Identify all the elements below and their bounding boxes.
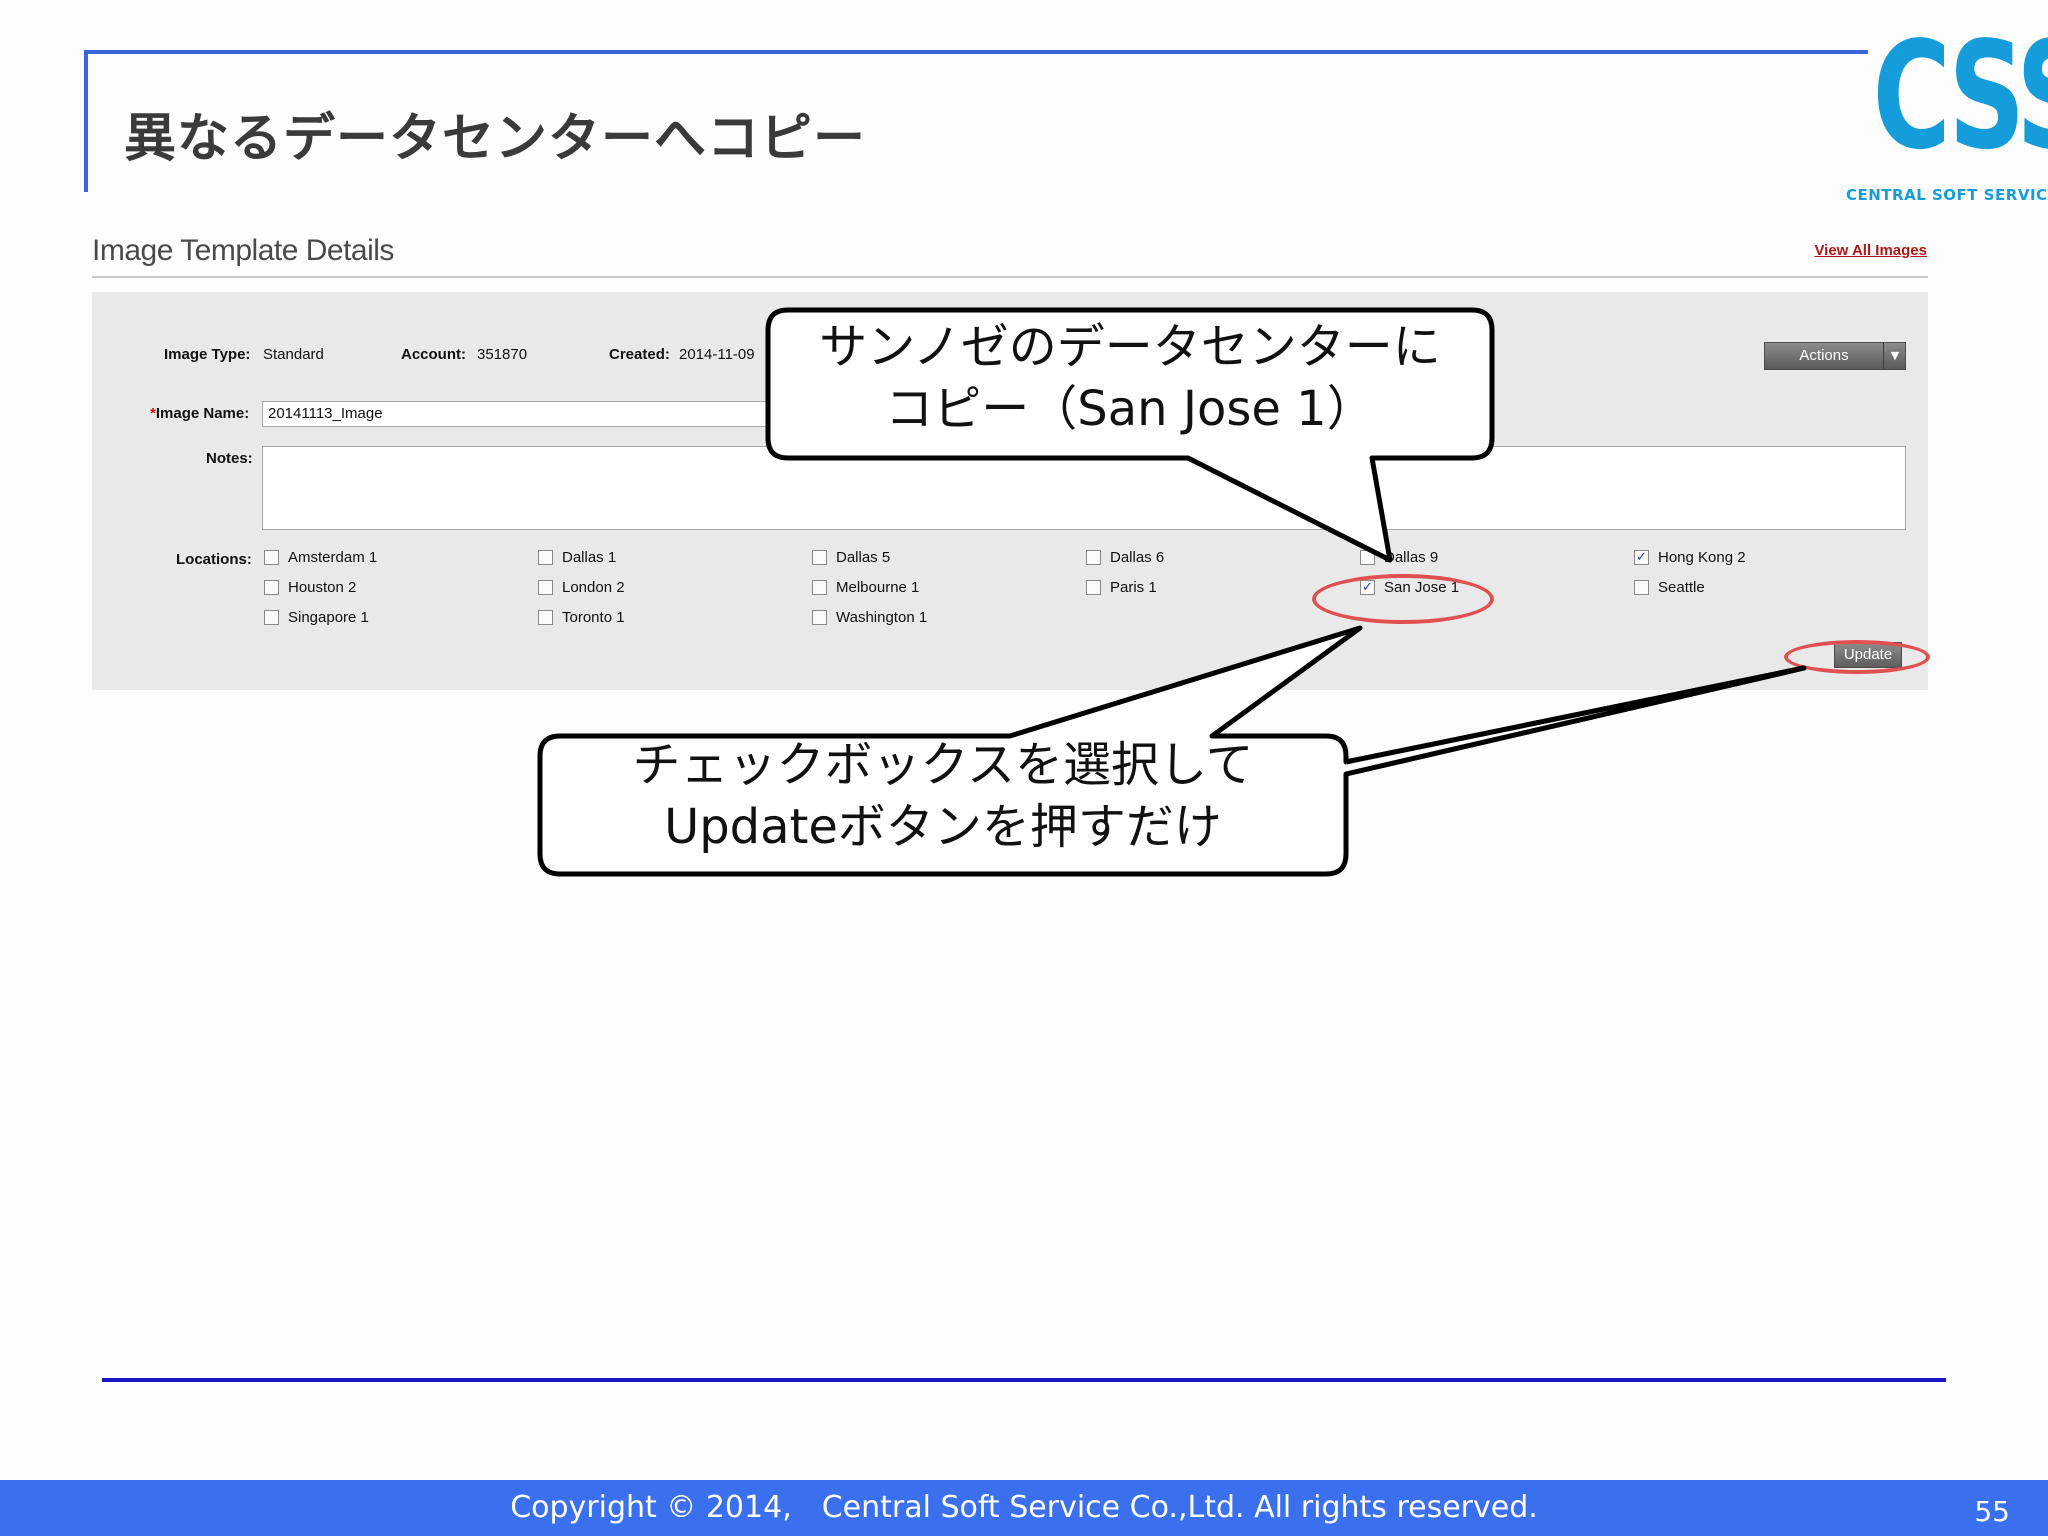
location-label: Amsterdam 1 [288,549,378,566]
image-name-input[interactable]: 20141113_Image [262,401,852,427]
checkbox[interactable] [1086,580,1101,595]
location-label: Melbourne 1 [836,579,920,596]
checkbox-checked[interactable]: ✓ [1634,550,1649,565]
checkbox[interactable] [264,610,279,625]
location-label: Singapore 1 [288,609,369,626]
san-jose-highlight-ring [1312,574,1494,624]
checkbox[interactable] [812,610,827,625]
image-name-label-text: Image Name: [155,405,250,422]
bottom-callout-line1: チェックボックスを選択して [632,737,1254,793]
account-label: Account: [401,346,466,363]
copyright-text: Copyright © 2014, Central Soft Service C… [510,1490,1538,1525]
location-label: Toronto 1 [562,609,625,626]
details-title: Image Template Details [92,234,394,267]
location-label: Washington 1 [836,609,928,626]
footer-divider [102,1378,1946,1382]
view-all-images-link[interactable]: View All Images [1814,242,1927,259]
top-callout-line1: サンノゼのデータセンターに [819,319,1441,375]
location-label: Dallas 6 [1110,549,1165,566]
logo-subtitle: CENTRAL SOFT SERVICE [1846,186,2048,204]
location-label: Paris 1 [1110,579,1157,596]
location-label: Seattle [1658,579,1705,596]
image-type-value: Standard [263,346,324,363]
checkbox[interactable] [1634,580,1649,595]
notes-textarea[interactable] [262,446,1906,530]
bottom-callout-text: チェックボックスを選択して Updateボタンを押すだけ [540,734,1346,858]
locations-label: Locations: [176,551,252,568]
checkbox[interactable] [264,550,279,565]
location-label: Dallas 9 [1384,549,1439,566]
checkbox[interactable] [812,550,827,565]
checkbox[interactable] [812,580,827,595]
image-type-label: Image Type: [164,346,251,363]
location-label: Houston 2 [288,579,357,596]
page-number: 55 [1974,1495,2010,1528]
checkbox[interactable] [538,550,553,565]
details-divider [92,276,1928,278]
created-value: 2014-11-09 [679,346,755,363]
checkbox[interactable] [538,610,553,625]
bottom-callout-line2: Updateボタンを押すだけ [664,799,1222,855]
actions-label: Actions [1799,347,1849,364]
created-label: Created: [609,346,670,363]
footer-bar: Copyright © 2014, Central Soft Service C… [0,1480,2048,1536]
location-label: Dallas 5 [836,549,891,566]
image-name-label: *Image Name: [150,405,249,422]
actions-dropdown[interactable]: Actions ▼ [1764,342,1906,370]
update-highlight-ring [1784,640,1930,674]
location-label: Dallas 1 [562,549,617,566]
checkbox[interactable] [1086,550,1101,565]
account-value: 351870 [477,346,528,363]
top-callout-line2: コピー（San Jose 1） [885,381,1375,437]
notes-label: Notes: [206,450,253,467]
checkbox[interactable] [264,580,279,595]
top-callout-text: サンノゼのデータセンターに コピー（San Jose 1） [768,316,1492,440]
logo-letters: CSS [1872,10,2048,182]
location-label: Hong Kong 2 [1658,549,1746,566]
checkbox[interactable] [538,580,553,595]
slide-title: 異なるデータセンターへコピー [124,109,867,169]
checkbox[interactable] [1360,550,1375,565]
location-label: London 2 [562,579,625,596]
chevron-down-icon: ▼ [1883,343,1906,369]
css-logo: CSS CENTRAL SOFT SERVICE [1846,10,2048,206]
